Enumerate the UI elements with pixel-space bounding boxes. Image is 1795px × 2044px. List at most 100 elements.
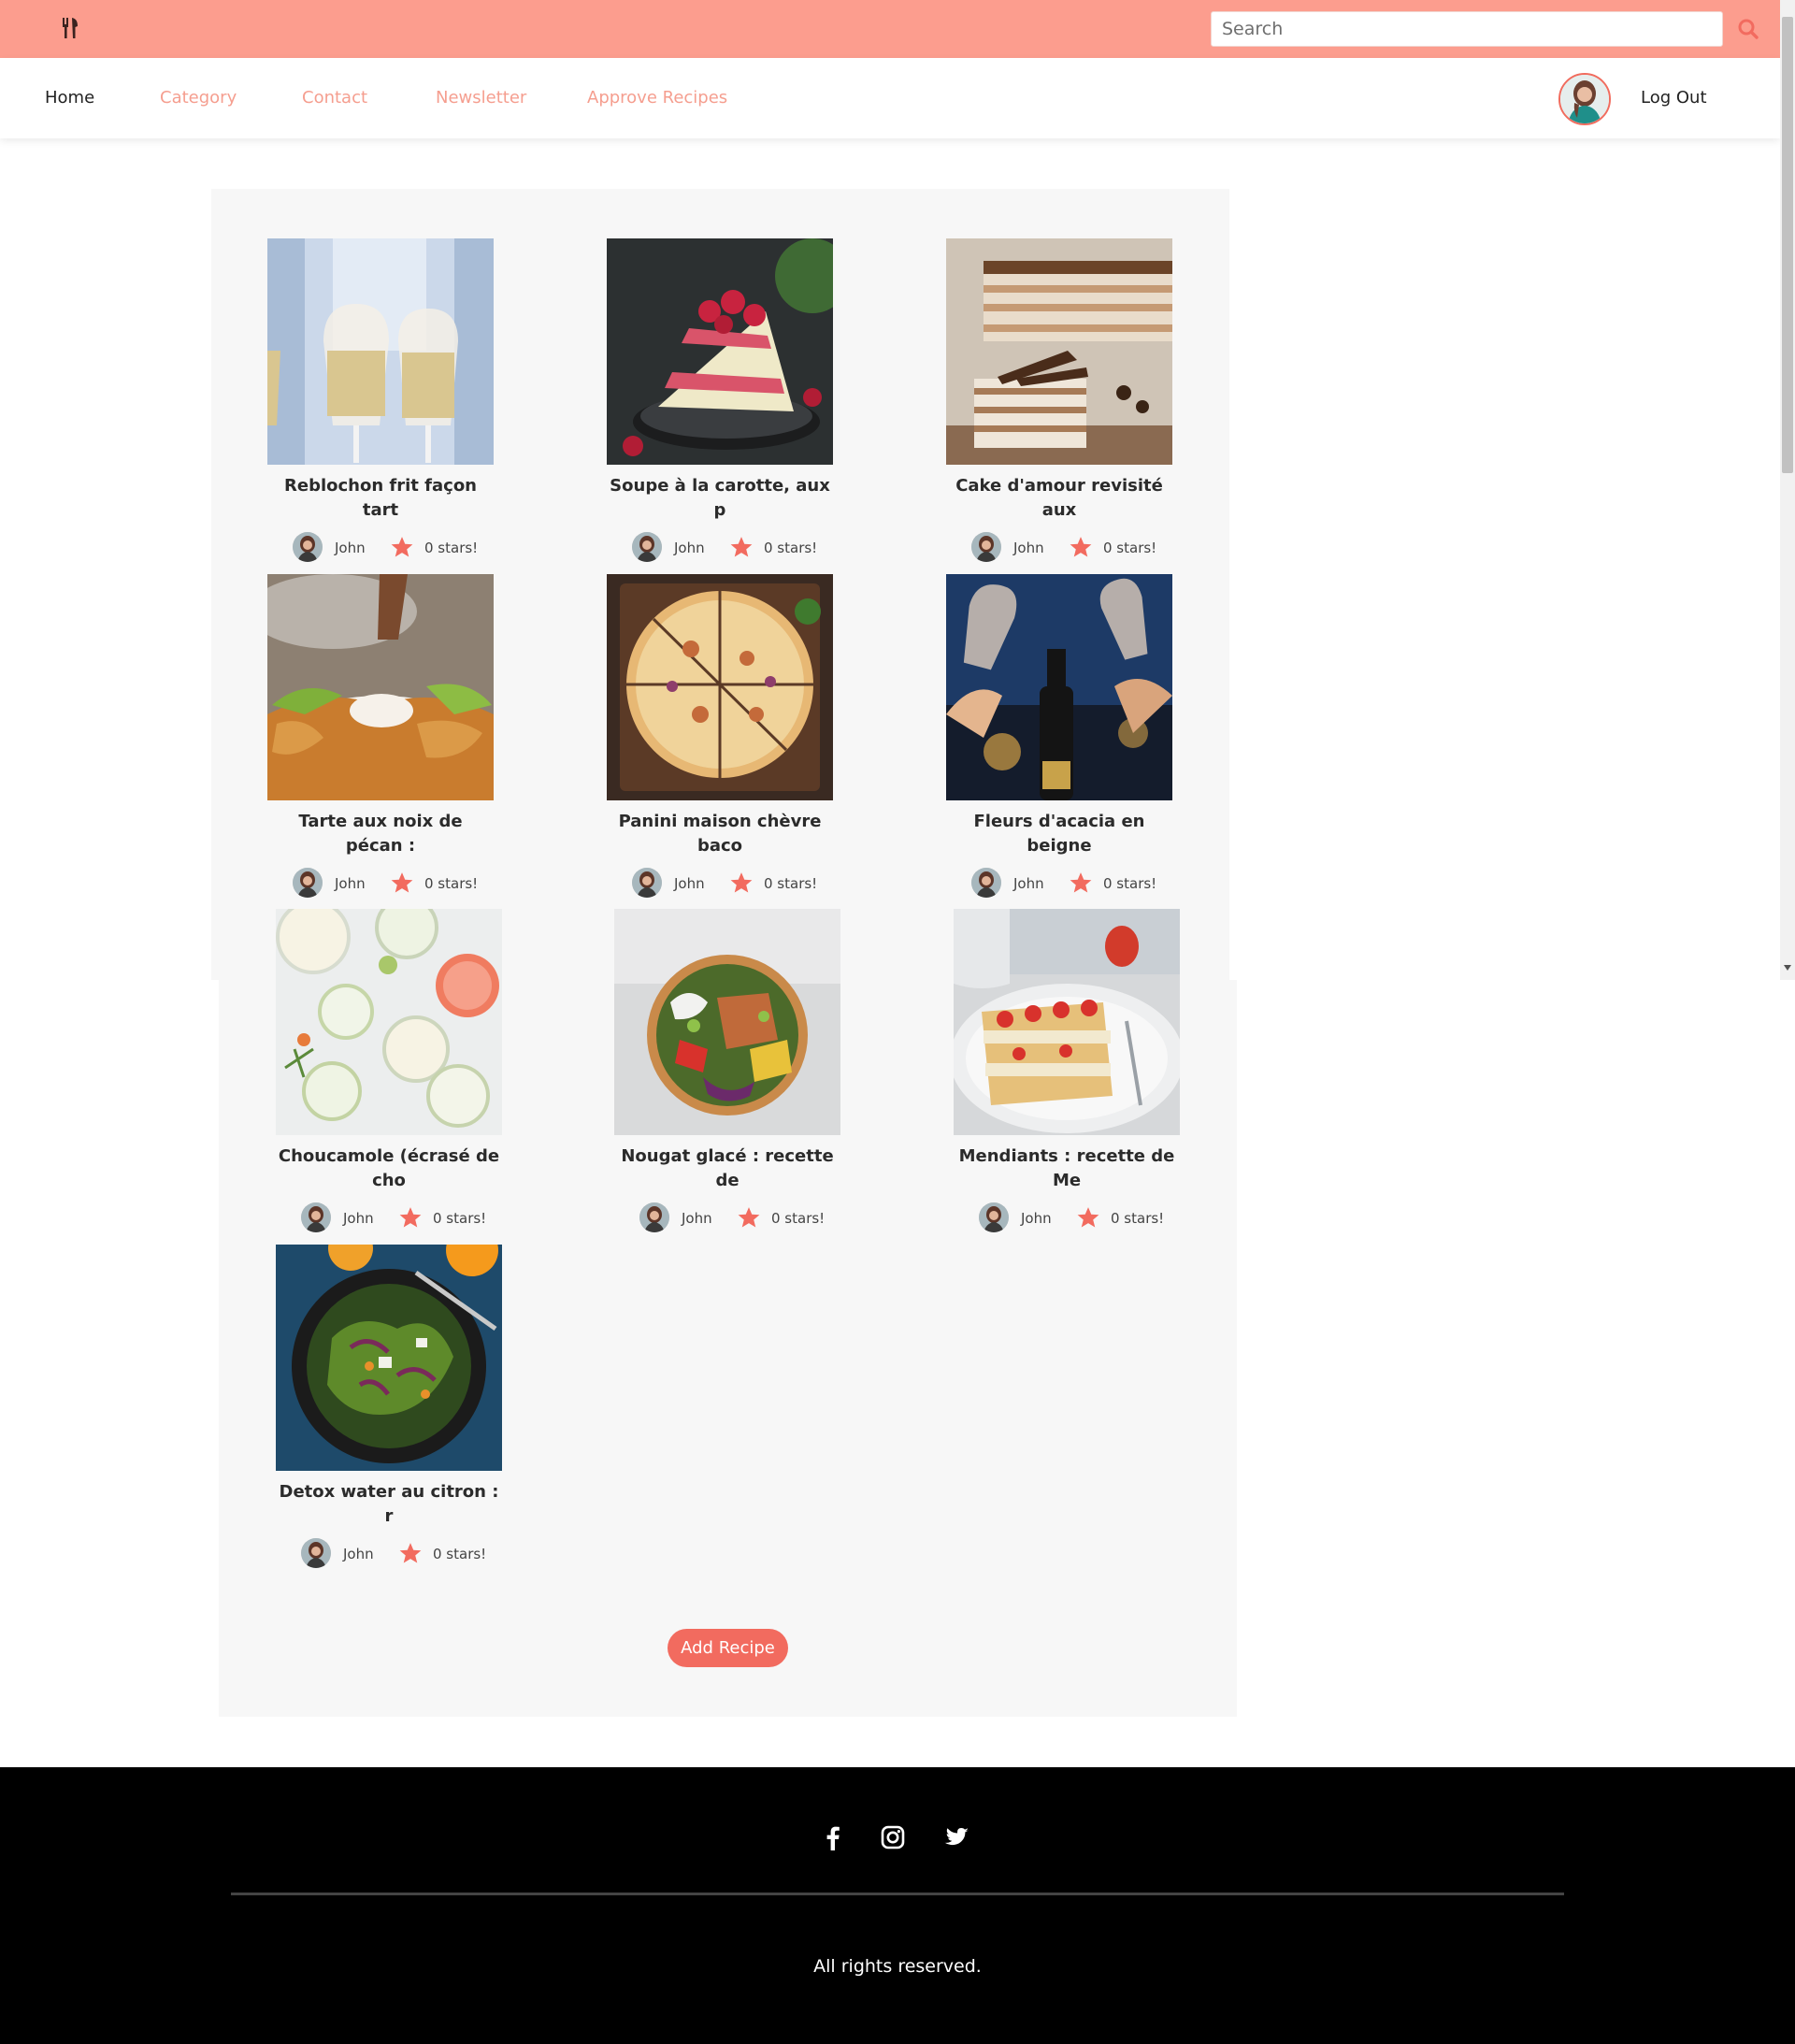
recipe-meta: John 0 stars! — [276, 1197, 502, 1234]
author-name: John — [343, 1546, 374, 1562]
recipe-title[interactable]: Panini maison chèvre baco — [607, 810, 833, 858]
rating-text: 0 stars! — [1103, 540, 1157, 556]
recipe-meta: John 0 stars! — [267, 862, 494, 900]
search-icon[interactable] — [1736, 17, 1760, 41]
recipe-image[interactable] — [267, 574, 494, 800]
recipe-card[interactable]: Choucamole (écrasé de cho John 0 stars! — [276, 909, 502, 1234]
recipe-card[interactable]: Nougat glacé : recette de John 0 stars! — [614, 909, 840, 1234]
footer-divider — [231, 1893, 1564, 1895]
rating-text: 0 stars! — [1111, 1210, 1165, 1227]
logout-link[interactable]: Log Out — [1641, 88, 1707, 108]
author-avatar — [971, 532, 1001, 562]
author-avatar — [293, 532, 323, 562]
user-avatar[interactable] — [1558, 73, 1611, 125]
rating-text: 0 stars! — [771, 1210, 826, 1227]
recipe-meta: John 0 stars! — [267, 526, 494, 564]
author-avatar — [301, 1538, 331, 1568]
instagram-icon[interactable] — [879, 1823, 907, 1851]
scrollbar-thumb[interactable] — [1782, 17, 1793, 473]
recipe-meta: John 0 stars! — [946, 862, 1172, 900]
recipe-image[interactable] — [946, 574, 1172, 800]
recipe-title[interactable]: Choucamole (écrasé de cho — [276, 1144, 502, 1193]
author-name: John — [682, 1210, 712, 1227]
recipe-card[interactable]: Panini maison chèvre baco John 0 stars! — [607, 574, 833, 900]
recipe-title[interactable]: Fleurs d'acacia en beigne — [946, 810, 1172, 858]
nav-newsletter[interactable]: Newsletter — [436, 88, 526, 108]
recipe-meta: John 0 stars! — [614, 1197, 840, 1234]
search-input[interactable] — [1211, 11, 1723, 47]
footer: All rights reserved. — [0, 1767, 1795, 2044]
star-icon — [730, 872, 753, 893]
star-icon — [1070, 872, 1092, 893]
recipe-title[interactable]: Detox water au citron : r — [276, 1480, 502, 1529]
author-name: John — [1013, 540, 1044, 556]
top-bar — [0, 0, 1780, 58]
author-name: John — [335, 875, 366, 892]
nav-category[interactable]: Category — [160, 88, 237, 108]
rating-text: 0 stars! — [433, 1546, 487, 1562]
recipe-title[interactable]: Mendiants : recette de Me — [954, 1144, 1180, 1193]
author-avatar — [639, 1202, 669, 1232]
author-avatar — [293, 868, 323, 898]
recipe-meta: John 0 stars! — [954, 1197, 1180, 1234]
rating-text: 0 stars! — [764, 875, 818, 892]
fork-knife-icon[interactable] — [58, 15, 84, 41]
star-icon — [1070, 537, 1092, 557]
author-name: John — [1013, 875, 1044, 892]
author-name: John — [1021, 1210, 1052, 1227]
author-name: John — [343, 1210, 374, 1227]
recipe-meta: John 0 stars! — [607, 862, 833, 900]
recipe-title[interactable]: Reblochon frit façon tart — [267, 474, 494, 523]
recipe-image[interactable] — [276, 1245, 502, 1471]
rating-text: 0 stars! — [424, 875, 479, 892]
recipe-card[interactable]: Cake d'amour revisité aux John 0 stars! — [946, 238, 1172, 564]
recipe-title[interactable]: Tarte aux noix de pécan : — [267, 810, 494, 858]
facebook-icon[interactable] — [819, 1823, 847, 1851]
recipe-image[interactable] — [267, 238, 494, 465]
recipe-title[interactable]: Cake d'amour revisité aux — [946, 474, 1172, 523]
recipe-image[interactable] — [954, 909, 1180, 1135]
rating-text: 0 stars! — [424, 540, 479, 556]
scroll-down-arrow-icon[interactable] — [1784, 965, 1791, 971]
add-recipe-button[interactable]: Add Recipe — [668, 1629, 788, 1667]
recipe-card[interactable]: Fleurs d'acacia en beigne John 0 stars! — [946, 574, 1172, 900]
star-icon — [399, 1207, 422, 1228]
recipe-image[interactable] — [607, 574, 833, 800]
star-icon — [391, 537, 413, 557]
recipe-card[interactable]: Tarte aux noix de pécan : John 0 stars! — [267, 574, 494, 900]
star-icon — [738, 1207, 760, 1228]
recipe-title[interactable]: Soupe à la carotte, aux p — [607, 474, 833, 523]
rating-text: 0 stars! — [764, 540, 818, 556]
recipe-meta: John 0 stars! — [607, 526, 833, 564]
recipe-image[interactable] — [607, 238, 833, 465]
recipe-meta: John 0 stars! — [946, 526, 1172, 564]
twitter-icon[interactable] — [942, 1823, 970, 1851]
rating-text: 0 stars! — [433, 1210, 487, 1227]
recipe-image[interactable] — [276, 909, 502, 1135]
nav-home[interactable]: Home — [45, 88, 94, 108]
nav-contact[interactable]: Contact — [302, 88, 367, 108]
recipe-image[interactable] — [614, 909, 840, 1135]
author-avatar — [632, 868, 662, 898]
author-avatar — [632, 532, 662, 562]
nav-bar: Home Category Contact Newsletter Approve… — [0, 58, 1780, 138]
author-name: John — [335, 540, 366, 556]
star-icon — [730, 537, 753, 557]
star-icon — [399, 1543, 422, 1563]
recipe-title[interactable]: Nougat glacé : recette de — [614, 1144, 840, 1193]
author-avatar — [979, 1202, 1009, 1232]
star-icon — [1077, 1207, 1099, 1228]
author-name: John — [674, 540, 705, 556]
user-avatar-image — [1560, 75, 1609, 123]
author-avatar — [301, 1202, 331, 1232]
recipe-image[interactable] — [946, 238, 1172, 465]
author-name: John — [674, 875, 705, 892]
recipe-card[interactable]: Reblochon frit façon tart John 0 stars! — [267, 238, 494, 564]
star-icon — [391, 872, 413, 893]
nav-approve-recipes[interactable]: Approve Recipes — [587, 88, 727, 108]
recipe-card[interactable]: Detox water au citron : r John 0 stars! — [276, 1245, 502, 1570]
rating-text: 0 stars! — [1103, 875, 1157, 892]
recipe-card[interactable]: Mendiants : recette de Me John 0 stars! — [954, 909, 1180, 1234]
copyright-text: All rights reserved. — [813, 1956, 982, 1977]
recipe-card[interactable]: Soupe à la carotte, aux p John 0 stars! — [607, 238, 833, 564]
